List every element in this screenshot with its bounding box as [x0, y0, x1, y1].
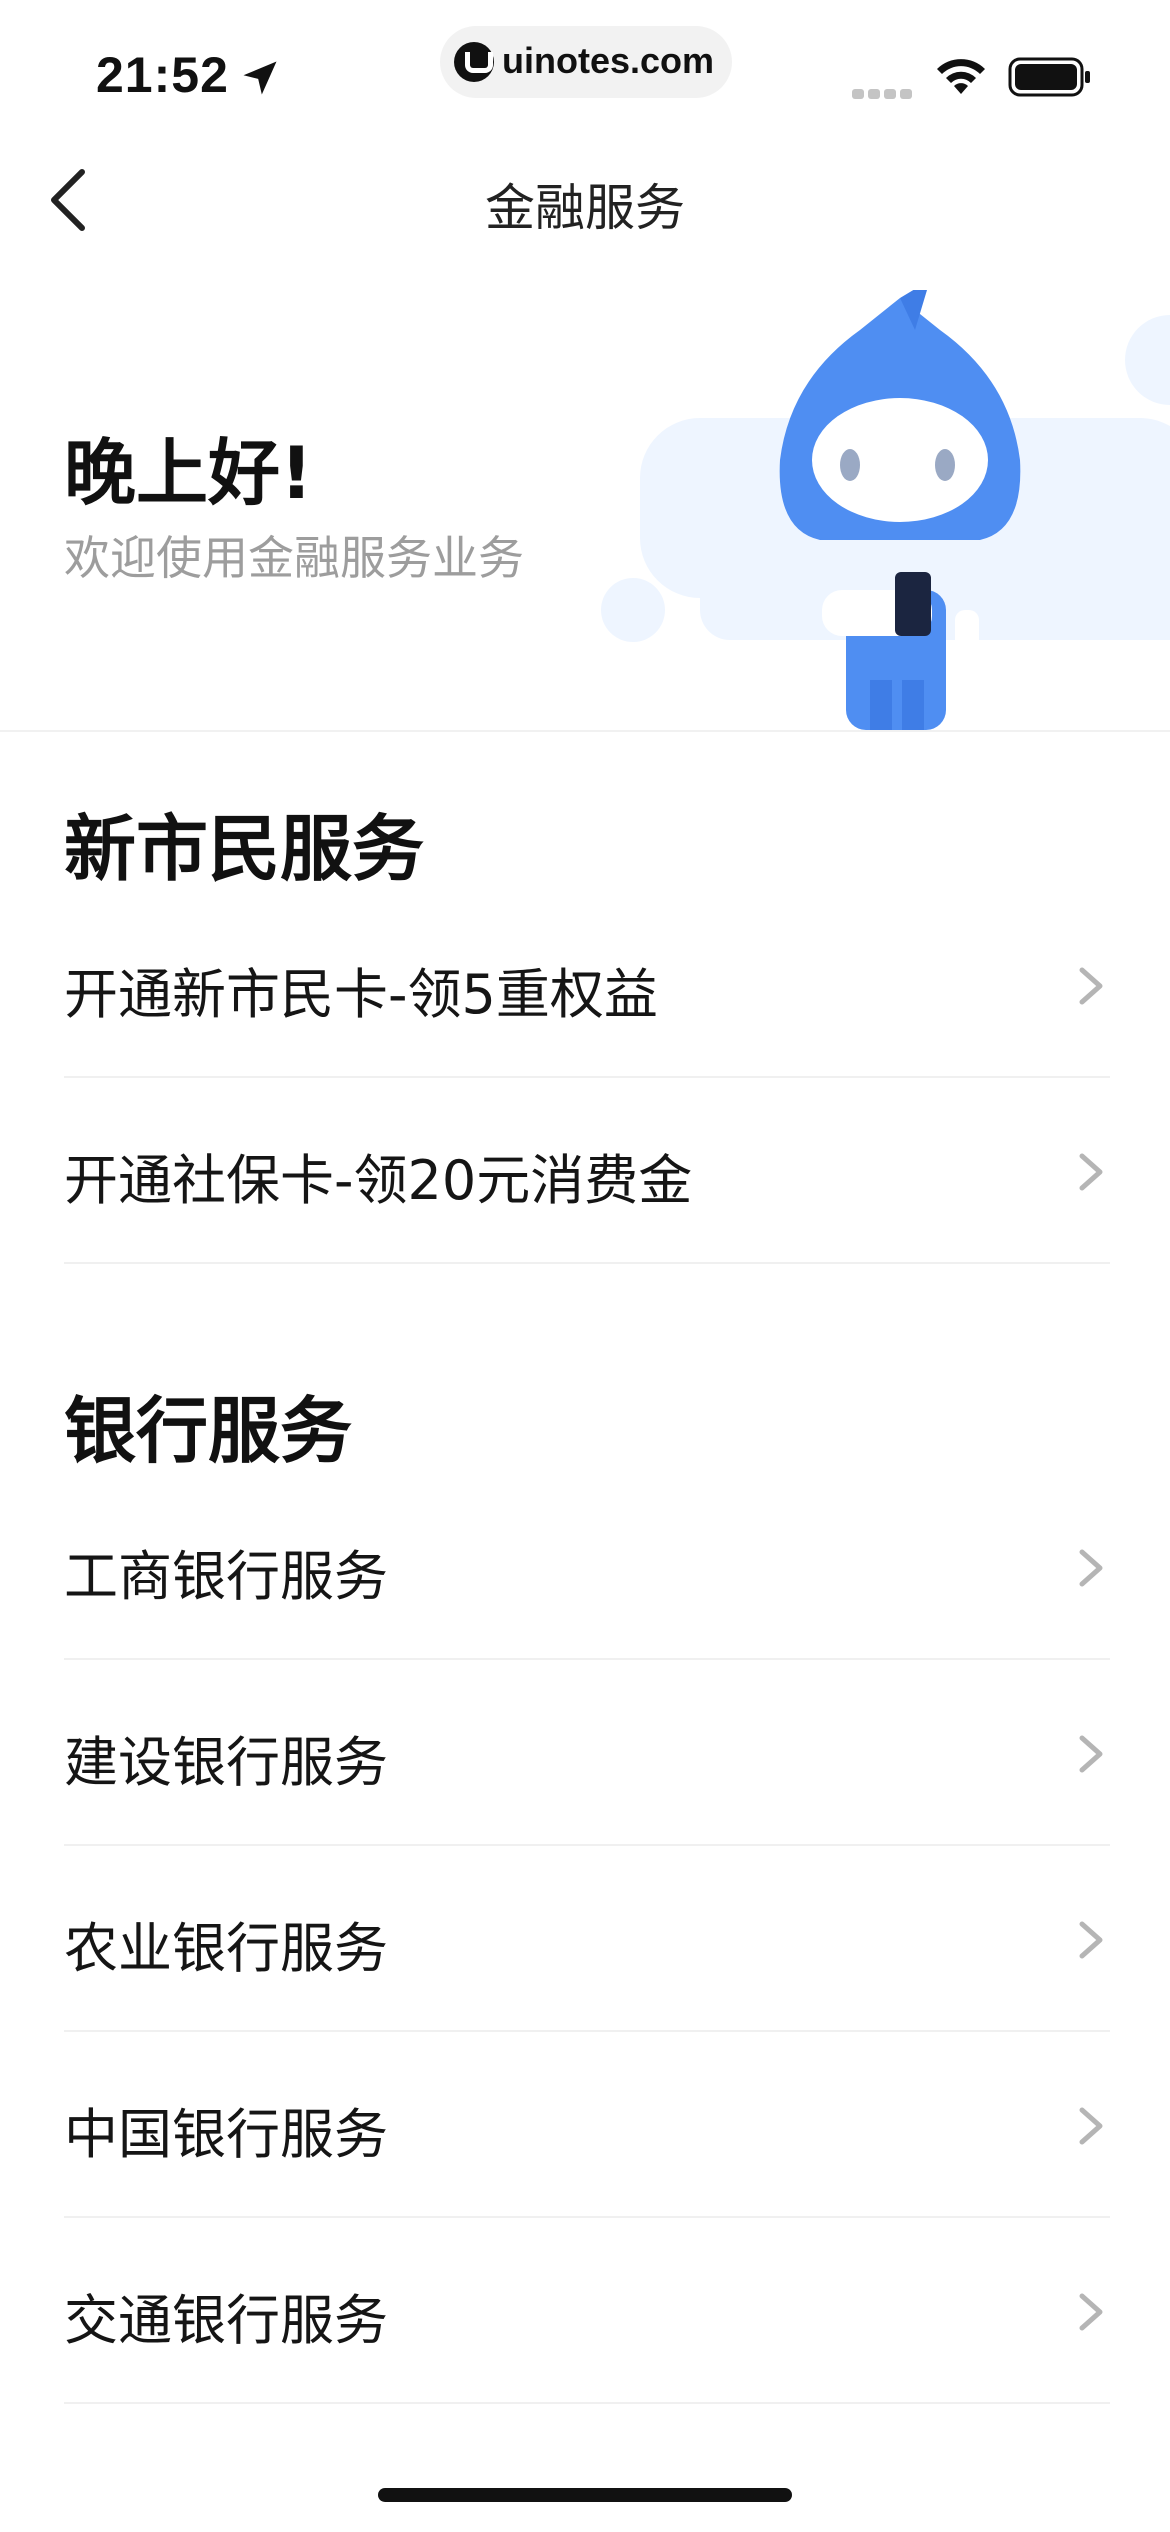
- list-item-label: 建设银行服务: [64, 1731, 388, 1794]
- location-arrow-icon: [243, 61, 277, 95]
- chevron-right-icon: [1079, 1549, 1103, 1587]
- site-logo-icon: [454, 42, 494, 82]
- list-item-icbc[interactable]: 工商银行服务: [64, 1474, 1110, 1660]
- greeting-subtitle: 欢迎使用金融服务业务: [64, 531, 524, 585]
- list-item-abc[interactable]: 农业银行服务: [64, 1846, 1110, 2032]
- hero-banner: 晚上好! 欢迎使用金融服务业务: [0, 290, 1170, 730]
- section-title-bank-services: 银行服务: [64, 1389, 353, 1473]
- list-item-label: 工商银行服务: [64, 1545, 388, 1608]
- chevron-right-icon: [1079, 1153, 1103, 1191]
- divider: [64, 1262, 1110, 1264]
- chevron-right-icon: [1079, 967, 1103, 1005]
- list-item-label: 农业银行服务: [64, 1917, 388, 1980]
- list-item-label: 中国银行服务: [64, 2103, 388, 2166]
- list-item-label: 开通新市民卡-领5重权益: [64, 963, 658, 1026]
- url-text: uinotes.com: [502, 40, 715, 81]
- list-item-label: 开通社保卡-领20元消费金: [64, 1149, 693, 1212]
- chevron-right-icon: [1079, 2107, 1103, 2145]
- hero-divider: [0, 730, 1170, 732]
- home-indicator[interactable]: [378, 2488, 792, 2502]
- chevron-right-icon: [1079, 1921, 1103, 1959]
- url-pill[interactable]: uinotes.com: [440, 26, 732, 98]
- list-item-boc[interactable]: 中国银行服务: [64, 2032, 1110, 2218]
- signal-icon: [852, 84, 916, 99]
- status-time: 21:52: [96, 47, 229, 103]
- wifi-icon: [937, 59, 985, 94]
- page-title: 金融服务: [485, 179, 685, 237]
- list-item-ccb[interactable]: 建设银行服务: [64, 1660, 1110, 1846]
- list-item-social-security-card[interactable]: 开通社保卡-领20元消费金: [64, 1078, 1110, 1264]
- chevron-right-icon: [1079, 2293, 1103, 2331]
- status-bar: 21:52 uinotes.com: [0, 0, 1170, 130]
- list-item-label: 交通银行服务: [64, 2289, 388, 2352]
- list-item-bocom[interactable]: 交通银行服务: [64, 2218, 1110, 2404]
- divider: [64, 2402, 1110, 2404]
- battery-icon: [1008, 57, 1090, 97]
- section-title-new-citizen: 新市民服务: [64, 807, 425, 891]
- greeting-heading: 晚上好!: [64, 431, 313, 515]
- page: 21:52 uinotes.com 金融服务 晚上好! 欢迎使用金融服务业务 新…: [0, 0, 1170, 2532]
- list-item-new-citizen-card[interactable]: 开通新市民卡-领5重权益: [64, 892, 1110, 1078]
- chevron-right-icon: [1079, 1735, 1103, 1773]
